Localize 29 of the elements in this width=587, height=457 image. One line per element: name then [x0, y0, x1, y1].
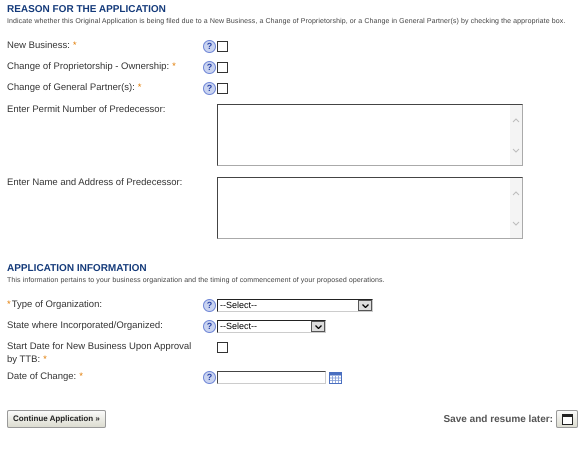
section-title: REASON FOR THE APPLICATION [6, 4, 167, 16]
save-label: Save and resume later: [444, 412, 553, 426]
field-label: Date of Change: * [7, 370, 84, 383]
save-button[interactable] [556, 410, 578, 428]
section-title: APPLICATION INFORMATION [6, 263, 148, 275]
calendar-icon[interactable] [329, 372, 342, 384]
help-icon[interactable]: ? [203, 371, 216, 384]
select-dropdown[interactable]: --Select-- [217, 320, 326, 333]
help-icon[interactable]: ? [203, 299, 216, 312]
date-field[interactable] [217, 371, 326, 384]
help-icon[interactable]: ? [203, 82, 216, 95]
field-label: Change of Proprietorship - Ownership: * [7, 60, 177, 73]
checkbox[interactable] [217, 83, 228, 94]
checkbox[interactable] [217, 41, 228, 52]
field-label: Enter Permit Number of Predecessor: [7, 103, 166, 116]
field-label: Enter Name and Address of Predecessor: [7, 176, 184, 189]
field-label: *Type of Organization: [7, 298, 104, 311]
checkbox[interactable] [217, 62, 228, 73]
field-label: Start Date for New Business Upon Approval by TTB: * [7, 340, 192, 366]
save-icon [562, 414, 572, 424]
field-label: Change of General Partner(s): * [7, 81, 142, 94]
checkbox[interactable] [217, 342, 228, 353]
continue-button[interactable]: Continue Application » [7, 410, 106, 428]
help-icon[interactable]: ? [203, 320, 216, 333]
select-dropdown[interactable]: --Select-- [217, 299, 373, 312]
help-icon[interactable]: ? [203, 61, 216, 74]
help-icon[interactable]: ? [203, 40, 216, 53]
field-label: New Business: * [7, 39, 78, 52]
field-label: State where Incorporated/Organized: [7, 319, 164, 332]
